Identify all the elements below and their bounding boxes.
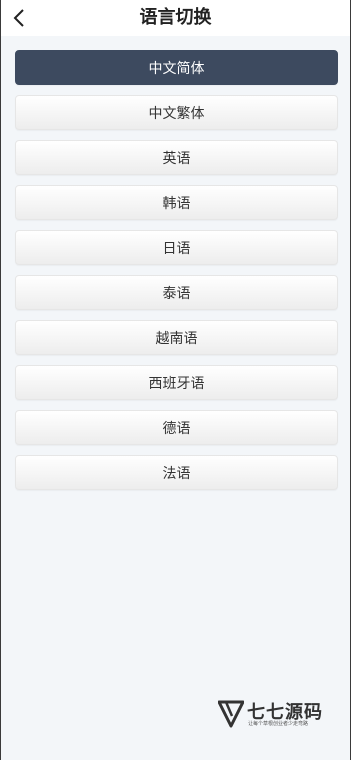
language-option-german[interactable]: 德语 <box>15 410 338 445</box>
header-bar: 语言切换 <box>0 0 351 36</box>
language-option-zh-hans[interactable]: 中文简体 <box>15 50 338 85</box>
language-option-english[interactable]: 英语 <box>15 140 338 175</box>
language-option-thai[interactable]: 泰语 <box>15 275 338 310</box>
language-option-japanese[interactable]: 日语 <box>15 230 338 265</box>
logo-mark-icon <box>218 700 244 728</box>
language-option-vietnamese[interactable]: 越南语 <box>15 320 338 355</box>
language-option-spanish[interactable]: 西班牙语 <box>15 365 338 400</box>
watermark-slogan: 让每个草根创业者少走弯路 <box>248 721 309 727</box>
language-option-zh-hant[interactable]: 中文繁体 <box>15 95 338 130</box>
language-list: 中文简体 中文繁体 英语 韩语 日语 泰语 越南语 西班牙语 德语 法语 <box>15 50 338 500</box>
language-option-french[interactable]: 法语 <box>15 455 338 490</box>
page-title: 语言切换 <box>139 7 212 28</box>
watermark-logo: 七七源码 让每个草根创业者少走弯路 <box>218 698 328 732</box>
language-option-korean[interactable]: 韩语 <box>15 185 338 220</box>
